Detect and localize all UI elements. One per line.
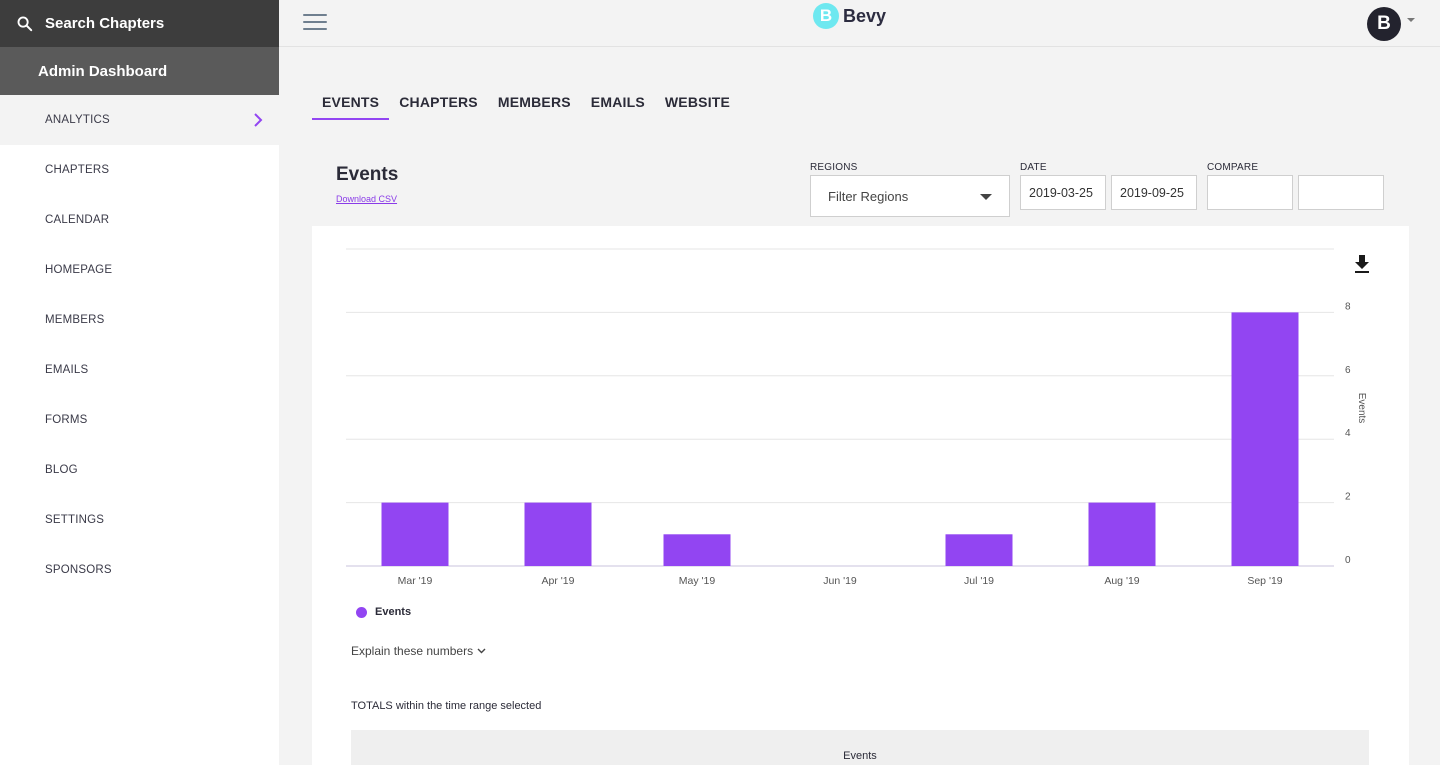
legend-label: Events bbox=[375, 606, 412, 618]
chart-legend[interactable]: Events bbox=[356, 606, 411, 618]
regions-label: REGIONS bbox=[810, 162, 858, 173]
sidebar-item-label: BLOG bbox=[45, 464, 78, 476]
y-tick-label: 6 bbox=[1345, 365, 1351, 376]
sidebar-item-members[interactable]: MEMBERS bbox=[0, 295, 279, 345]
search-chapters[interactable]: Search Chapters bbox=[0, 0, 279, 47]
regions-select[interactable]: Filter Regions bbox=[810, 175, 1010, 217]
sidebar-item-label: EMAILS bbox=[45, 364, 89, 376]
sidebar-item-sponsors[interactable]: SPONSORS bbox=[0, 545, 279, 595]
sidebar-item-label: SPONSORS bbox=[45, 564, 112, 576]
chevron-down-icon bbox=[477, 648, 486, 654]
legend-swatch bbox=[356, 606, 367, 618]
x-tick-label: Aug '19 bbox=[1104, 575, 1139, 587]
sidebar-item-emails[interactable]: EMAILS bbox=[0, 345, 279, 395]
y-tick-label: 2 bbox=[1345, 492, 1351, 503]
sidebar-item-analytics[interactable]: ANALYTICS bbox=[0, 95, 279, 145]
tab-events[interactable]: EVENTS bbox=[312, 88, 390, 120]
download-csv-link[interactable]: Download CSV bbox=[336, 194, 397, 204]
top-bar: B Bevy B bbox=[279, 0, 1440, 47]
date-end-input[interactable]: 2019-09-25 bbox=[1111, 175, 1197, 210]
sidebar-item-label: FORMS bbox=[45, 414, 88, 426]
avatar[interactable]: B bbox=[1367, 7, 1401, 41]
sidebar: Search Chapters Admin Dashboard ANALYTIC… bbox=[0, 0, 279, 765]
sidebar-item-label: CHAPTERS bbox=[45, 164, 110, 176]
x-tick-label: Sep '19 bbox=[1247, 575, 1282, 587]
x-tick-label: Mar '19 bbox=[398, 575, 433, 587]
date-start-input[interactable]: 2019-03-25 bbox=[1020, 175, 1106, 210]
bar-aug-19 bbox=[1088, 502, 1156, 566]
sidebar-item-label: CALENDAR bbox=[45, 214, 110, 226]
regions-placeholder: Filter Regions bbox=[828, 188, 909, 204]
sidebar-item-blog[interactable]: BLOG bbox=[0, 445, 279, 495]
sidebar-item-label: SETTINGS bbox=[45, 514, 105, 526]
y-axis-label: Events bbox=[1356, 393, 1367, 424]
bevy-logo[interactable]: B Bevy bbox=[813, 3, 886, 29]
analytics-tabs: EVENTS CHAPTERS MEMBERS EMAILS WEBSITE bbox=[312, 88, 740, 120]
x-tick-label: May '19 bbox=[679, 575, 716, 587]
tab-emails[interactable]: EMAILS bbox=[581, 88, 655, 120]
chevron-right-icon bbox=[254, 113, 263, 127]
sidebar-item-label: ANALYTICS bbox=[45, 114, 110, 126]
bar-jul-19 bbox=[945, 534, 1013, 566]
date-label: DATE bbox=[1020, 162, 1047, 173]
chart-grid bbox=[346, 248, 1334, 567]
page-title: Events bbox=[336, 164, 399, 185]
caret-down-icon bbox=[980, 194, 992, 200]
y-tick-label: 0 bbox=[1345, 555, 1351, 566]
sidebar-item-homepage[interactable]: HOMEPAGE bbox=[0, 245, 279, 295]
x-tick-label: Jun '19 bbox=[823, 575, 857, 587]
bar-apr-19 bbox=[524, 502, 592, 566]
bar-sep-19 bbox=[1231, 312, 1299, 566]
sidebar-nav: ANALYTICS CHAPTERS CALENDAR HOMEPAGE MEM… bbox=[0, 95, 279, 595]
x-axis-ticks: Mar '19 Apr '19 May '19 Jun '19 Jul '19 Aug '… bbox=[398, 575, 1283, 587]
bar-mar-19 bbox=[381, 502, 449, 566]
tab-members[interactable]: MEMBERS bbox=[488, 88, 581, 120]
y-axis-ticks: 0 2 4 6 8 bbox=[1345, 301, 1351, 566]
sidebar-item-label: HOMEPAGE bbox=[45, 264, 113, 276]
search-icon bbox=[17, 16, 33, 32]
chart-card: Mar '19 Apr '19 May '19 Jun '19 Jul '19 Aug '… bbox=[312, 226, 1409, 765]
compare-start-input[interactable] bbox=[1207, 175, 1293, 210]
x-tick-label: Apr '19 bbox=[542, 575, 575, 587]
download-icon[interactable] bbox=[1353, 254, 1371, 274]
explain-numbers-toggle[interactable]: Explain these numbers bbox=[351, 644, 486, 658]
hamburger-menu-icon[interactable] bbox=[303, 14, 327, 32]
caret-down-icon[interactable] bbox=[1407, 18, 1415, 22]
totals-column-header: Events bbox=[843, 750, 877, 762]
explain-label: Explain these numbers bbox=[351, 644, 474, 658]
compare-end-input[interactable] bbox=[1298, 175, 1384, 210]
search-label: Search Chapters bbox=[45, 15, 165, 32]
sidebar-item-calendar[interactable]: CALENDAR bbox=[0, 195, 279, 245]
totals-caption: TOTALS within the time range selected bbox=[351, 700, 542, 712]
totals-table: Events bbox=[351, 730, 1369, 765]
tab-chapters[interactable]: CHAPTERS bbox=[389, 88, 488, 120]
bar-may-19 bbox=[663, 534, 731, 566]
sidebar-item-forms[interactable]: FORMS bbox=[0, 395, 279, 445]
compare-label: COMPARE bbox=[1207, 162, 1259, 173]
logo-text: Bevy bbox=[843, 5, 887, 26]
events-bar-chart: Mar '19 Apr '19 May '19 Jun '19 Jul '19 Aug '… bbox=[346, 248, 1367, 587]
y-tick-label: 4 bbox=[1345, 428, 1351, 439]
logo-mark: B bbox=[813, 3, 839, 29]
admin-dashboard-link[interactable]: Admin Dashboard bbox=[0, 47, 279, 95]
tab-website[interactable]: WEBSITE bbox=[655, 88, 740, 120]
sidebar-item-settings[interactable]: SETTINGS bbox=[0, 495, 279, 545]
sidebar-item-label: MEMBERS bbox=[45, 314, 105, 326]
y-tick-label: 8 bbox=[1345, 301, 1351, 312]
sidebar-item-chapters[interactable]: CHAPTERS bbox=[0, 145, 279, 195]
x-tick-label: Jul '19 bbox=[964, 575, 994, 587]
